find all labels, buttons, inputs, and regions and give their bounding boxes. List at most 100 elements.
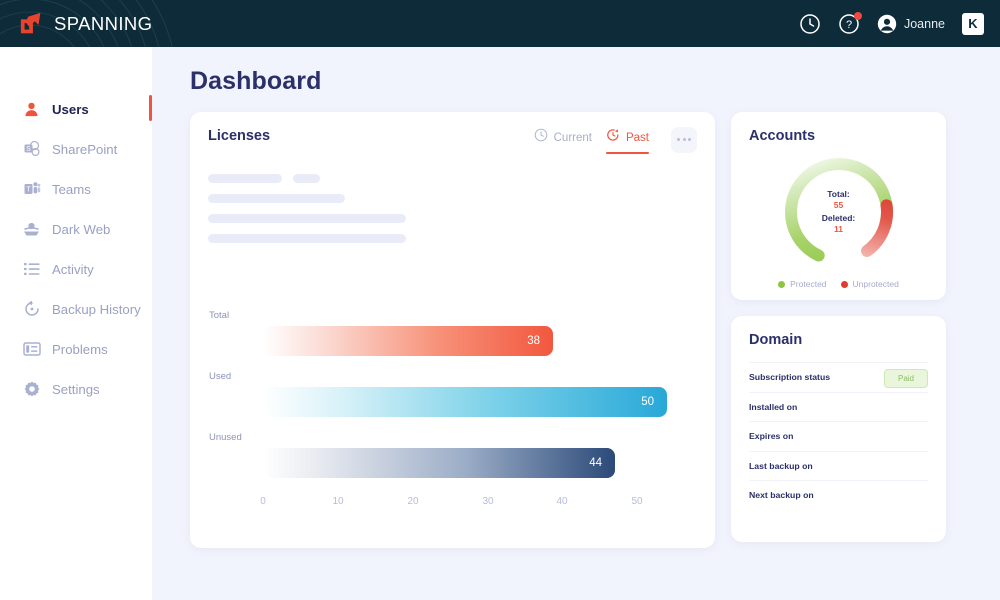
legend-dot-icon [840,280,848,288]
domain-row-label: Expires on [749,431,794,442]
domain-row-expires-on: Expires on [749,421,928,451]
more-options-icon[interactable] [671,126,697,153]
brand-logo[interactable]: SPANNING [18,11,152,37]
user-menu[interactable]: Joanne [877,14,945,34]
domain-row-value: Paid [883,368,928,389]
bar-track: 50 [208,387,697,417]
chart-x-axis: 0 10 20 30 40 50 [208,496,697,510]
bar-used[interactable]: 50 [263,387,667,417]
skeleton-bar [208,174,282,183]
page-title: Dashboard [190,67,322,95]
tab-current[interactable]: Current [534,128,592,154]
status-badge: Paid [883,369,928,389]
kaseya-badge-icon[interactable]: K [962,12,984,35]
licenses-tabs: Current Past [534,126,697,154]
legend-item-unprotected: Unprotected [840,279,899,289]
skeleton-bar [208,194,345,203]
sidebar-item-label: Users [52,101,89,117]
user-icon [22,100,41,119]
axis-tick: 50 [631,496,643,507]
tab-label: Past [625,131,649,144]
skeleton-bar [208,234,406,243]
dashboard-columns: Licenses Current Past Total 38 Used 50 U… [190,112,972,548]
top-bar: SPANNING ? Joanne K [0,0,1000,47]
sidebar-item-sharepoint[interactable]: S SharePoint [0,129,152,169]
bar-category-label: Total [209,310,230,321]
right-column: Accounts Total: 55 Deleted: 11 Protected… [731,112,946,542]
donut-deleted-label: Deleted: [821,212,856,223]
bar-value-label: 50 [641,396,654,408]
sidebar-item-settings[interactable]: Settings [0,369,152,409]
sidebar-nav: Users S SharePoint T Teams Dark Web Acti… [0,47,152,600]
top-bar-actions: ? Joanne K [799,11,984,35]
sidebar-item-label: SharePoint [52,141,118,157]
user-avatar-icon [877,14,897,33]
domain-row-label: Subscription status [749,372,831,383]
axis-tick: 20 [407,496,419,507]
legend-dot-icon [778,280,786,288]
sidebar-item-label: Teams [52,181,91,197]
axis-tick: 10 [332,496,344,507]
tab-past[interactable]: Past [605,128,649,154]
dark-web-icon [22,220,41,239]
sidebar-item-label: Activity [52,261,94,277]
skeleton-bar [293,174,320,183]
sidebar-item-label: Dark Web [52,221,111,237]
sidebar-item-backup-history[interactable]: Backup History [0,289,152,329]
skeleton-bar [208,214,406,223]
domain-card: Domain Subscription status Paid Installe… [731,316,946,542]
tab-label: Current [553,131,592,144]
domain-row-label: Next backup on [749,490,814,501]
bar-value-label: 44 [589,457,602,469]
domain-title: Domain [749,332,803,348]
user-name-label: Joanne [903,16,945,31]
licenses-bar-chart: Total 38 Used 50 Unused 44 [208,310,697,493]
clock-icon[interactable] [799,13,821,35]
help-circle-icon[interactable]: ? [838,11,862,35]
donut-total-value: 55 [833,199,844,210]
bar-group-unused: Unused 44 [208,432,697,478]
brand-name: SPANNING [54,12,153,34]
sidebar-item-label: Backup History [52,301,141,317]
activity-list-icon [22,260,41,279]
axis-tick: 30 [482,496,494,507]
bar-total[interactable]: 38 [263,326,553,356]
bar-value-label: 38 [527,335,540,347]
bar-group-used: Used 50 [208,371,697,417]
domain-row-subscription-status: Subscription status Paid [749,362,928,392]
clock-icon [534,128,548,147]
bar-group-total: Total 38 [208,310,697,356]
svg-text:T: T [26,187,31,194]
sidebar-item-dark-web[interactable]: Dark Web [0,209,152,249]
legend-label: Unprotected [852,279,899,289]
donut-deleted-value: 11 [834,223,843,234]
app-root: SPANNING ? Joanne K Users S SharePoint T… [0,0,1000,600]
legend-item-protected: Protected [778,279,827,289]
donut-total-label: Total: [827,188,850,199]
accounts-title: Accounts [749,128,816,144]
licenses-loading-placeholders [208,174,697,243]
sidebar-item-teams[interactable]: T Teams [0,169,152,209]
bar-track: 38 [208,326,697,356]
licenses-card: Licenses Current Past Total 38 Used 50 U… [190,112,715,548]
main-content: Dashboard Licenses Current Past Total 38… [152,47,1000,600]
spanning-arrow-logo-icon [20,12,41,33]
axis-tick: 40 [556,496,568,507]
svg-text:S: S [26,146,31,153]
axis-tick: 0 [260,496,266,507]
licenses-title: Licenses [208,128,271,144]
bar-unused[interactable]: 44 [263,448,615,478]
legend-label: Protected [790,279,827,289]
domain-row-installed-on: Installed on [749,391,928,422]
left-column: Licenses Current Past Total 38 Used 50 U… [190,112,715,548]
bar-track: 44 [208,448,697,478]
sidebar-item-activity[interactable]: Activity [0,249,152,289]
notification-badge-dot [853,11,862,20]
domain-row-label: Last backup on [749,460,813,471]
sidebar-item-users[interactable]: Users [0,89,152,129]
licenses-card-header: Licenses Current Past [208,126,697,154]
sidebar-item-problems[interactable]: Problems [0,329,152,369]
problems-icon [22,340,41,359]
accounts-donut-chart: Total: 55 Deleted: 11 [779,152,899,272]
gear-icon [22,380,41,399]
